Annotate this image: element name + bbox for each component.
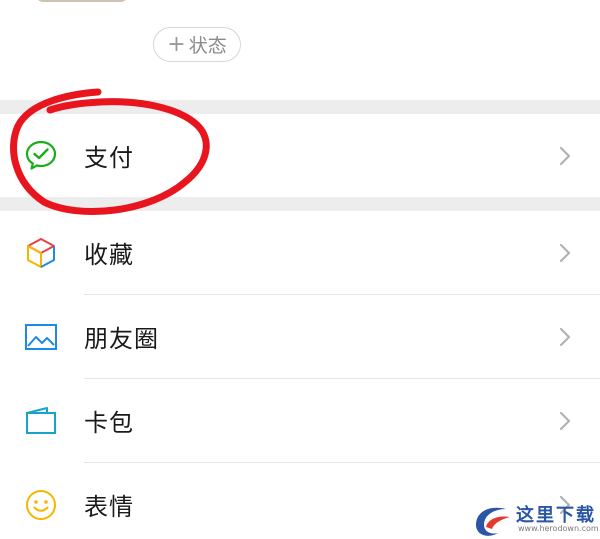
menu-item-pay[interactable]: 支付 — [0, 114, 600, 197]
menu-item-label: 表情 — [84, 493, 134, 521]
add-status-button[interactable]: + 状态 — [153, 27, 241, 62]
menu-item-label: 收藏 — [84, 241, 134, 269]
menu-item-card-wallet[interactable]: 卡包 — [0, 379, 600, 462]
status-button-label: 状态 — [188, 35, 227, 57]
section-gap — [0, 197, 600, 211]
menu-item-moments[interactable]: 朋友圈 — [0, 295, 600, 378]
emoji-smiley-icon — [24, 488, 58, 522]
menu-item-label: 卡包 — [84, 409, 134, 437]
chevron-right-icon — [559, 243, 571, 262]
section-gap — [0, 100, 600, 114]
chevron-right-icon — [559, 327, 571, 346]
avatar[interactable] — [34, 0, 130, 2]
watermark-url: www.herodown.com — [518, 524, 599, 533]
card-wallet-icon — [24, 404, 58, 438]
watermark-logo-icon — [476, 507, 510, 536]
favorites-cube-icon — [24, 236, 58, 270]
chevron-right-icon — [559, 146, 571, 165]
plus-icon: + — [167, 31, 186, 57]
menu-item-favorites[interactable]: 收藏 — [0, 211, 600, 294]
wechat-pay-icon — [24, 138, 58, 172]
menu-item-label: 朋友圈 — [84, 325, 159, 353]
chevron-right-icon — [559, 411, 571, 430]
moments-photo-icon — [24, 320, 58, 354]
wechat-me-page: + 状态 支付 收藏 朋友圈 卡包 表情 这里下载 www.herodown.c… — [0, 0, 600, 539]
site-watermark: 这里下载 www.herodown.com — [468, 497, 599, 539]
menu-item-label: 支付 — [84, 144, 134, 172]
